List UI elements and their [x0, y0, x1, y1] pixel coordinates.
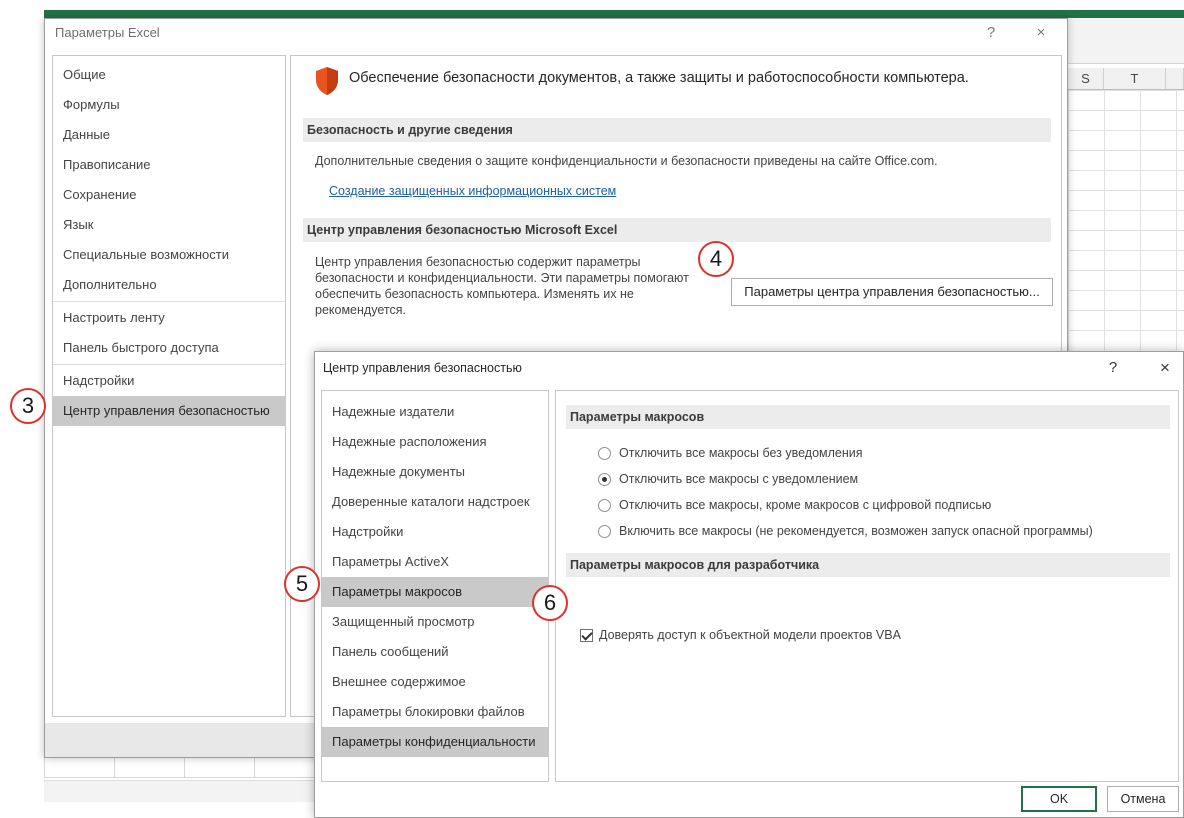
trust-center-title: Центр управления безопасностью: [323, 361, 522, 375]
radio-label: Включить все макросы (не рекомендуется, …: [619, 524, 1093, 538]
excel-ribbon: [1068, 18, 1184, 64]
nav-item-advanced[interactable]: Дополнительно: [53, 270, 285, 300]
trust-center-description: Центр управления безопасностью содержит …: [315, 255, 689, 317]
excel-title-strip: [0, 0, 1184, 10]
tc-nav-file-block[interactable]: Параметры блокировки файлов: [322, 697, 548, 727]
options-close-button[interactable]: ×: [1027, 21, 1055, 45]
trust-center-nav: Надежные издатели Надежные расположения …: [321, 390, 549, 782]
column-header-t[interactable]: T: [1104, 68, 1166, 90]
nav-item-trust-center[interactable]: Центр управления безопасностью: [53, 396, 285, 426]
radio-button[interactable]: [598, 498, 611, 512]
checkbox-label: Доверять доступ к объектной модели проек…: [599, 628, 901, 642]
macro-option-disable-notify[interactable]: Отключить все макросы с уведомлением: [598, 469, 858, 489]
step-marker-6: 6: [532, 585, 568, 621]
shield-icon: [316, 67, 338, 95]
options-title: Параметры Excel: [55, 25, 160, 40]
nav-item-proofing[interactable]: Правописание: [53, 150, 285, 180]
column-header-next[interactable]: [1166, 68, 1184, 90]
tc-nav-activex[interactable]: Параметры ActiveX: [322, 547, 548, 577]
tc-nav-external-content[interactable]: Внешнее содержимое: [322, 667, 548, 697]
cancel-button[interactable]: Отмена: [1107, 786, 1179, 812]
nav-item-addins[interactable]: Надстройки: [53, 366, 285, 396]
excel-ribbon-accent: [44, 10, 1184, 18]
trust-center-dialog: Центр управления безопасностью ? × Надеж…: [314, 351, 1184, 818]
nav-item-customize-ribbon[interactable]: Настроить ленту: [53, 303, 285, 333]
step-marker-5: 5: [284, 566, 320, 602]
step-marker-3: 3: [10, 388, 46, 424]
options-nav: Общие Формулы Данные Правописание Сохран…: [52, 55, 286, 717]
nav-item-general[interactable]: Общие: [53, 60, 285, 90]
radio-label: Отключить все макросы с уведомлением: [619, 472, 859, 486]
trust-center-close-button[interactable]: ×: [1151, 356, 1179, 380]
trust-center-settings-button[interactable]: Параметры центра управления безопасность…: [731, 278, 1053, 306]
privacy-info-text: Дополнительные сведения о защите конфиде…: [315, 154, 938, 168]
worksheet-grid-bottom[interactable]: [44, 756, 316, 778]
ok-button[interactable]: OK: [1021, 786, 1097, 812]
tc-nav-privacy-options[interactable]: Параметры конфиденциальности: [322, 727, 548, 757]
options-help-button[interactable]: ?: [977, 21, 1005, 45]
trust-center-content: Параметры макросов Отключить все макросы…: [555, 390, 1179, 782]
nav-divider: [53, 301, 285, 302]
section-trust-center: Центр управления безопасностью Microsoft…: [303, 218, 1051, 242]
nav-item-save[interactable]: Сохранение: [53, 180, 285, 210]
radio-button[interactable]: [598, 524, 611, 538]
nav-item-data[interactable]: Данные: [53, 120, 285, 150]
section-macro-settings: Параметры макросов: [566, 405, 1170, 429]
macro-option-digitally-signed[interactable]: Отключить все макросы, кроме макросов с …: [598, 495, 991, 515]
tc-nav-message-bar[interactable]: Панель сообщений: [322, 637, 548, 667]
nav-divider: [53, 364, 285, 365]
tc-nav-addin-catalogs[interactable]: Доверенные каталоги надстроек: [322, 487, 548, 517]
trust-center-titlebar: Центр управления безопасностью ? ×: [315, 352, 1183, 384]
column-header-s[interactable]: S: [1068, 68, 1104, 90]
vba-access-checkbox[interactable]: [580, 628, 593, 642]
nav-item-language[interactable]: Язык: [53, 210, 285, 240]
radio-label: Отключить все макросы без уведомления: [619, 446, 863, 460]
macro-option-enable-all[interactable]: Включить все макросы (не рекомендуется, …: [598, 521, 1093, 541]
step-marker-4: 4: [698, 241, 734, 277]
nav-item-quick-access[interactable]: Панель быстрого доступа: [53, 333, 285, 363]
nav-item-formulas[interactable]: Формулы: [53, 90, 285, 120]
trust-center-help-button[interactable]: ?: [1099, 356, 1127, 380]
radio-label: Отключить все макросы, кроме макросов с …: [619, 498, 992, 512]
options-header: Обеспечение безопасности документов, а т…: [349, 70, 969, 86]
tc-nav-addins[interactable]: Надстройки: [322, 517, 548, 547]
section-developer-macro: Параметры макросов для разработчика: [566, 553, 1170, 577]
nav-item-accessibility[interactable]: Специальные возможности: [53, 240, 285, 270]
tc-nav-trusted-publishers[interactable]: Надежные издатели: [322, 397, 548, 427]
tc-nav-macro-settings[interactable]: Параметры макросов: [322, 577, 548, 607]
tc-nav-trusted-locations[interactable]: Надежные расположения: [322, 427, 548, 457]
options-titlebar: Параметры Excel ? ×: [45, 19, 1067, 49]
vba-access-option[interactable]: Доверять доступ к объектной модели проек…: [580, 625, 901, 645]
secure-systems-link[interactable]: Создание защищенных информационных систе…: [329, 184, 616, 198]
worksheet-grid[interactable]: [1068, 90, 1184, 350]
macro-option-disable-no-notify[interactable]: Отключить все макросы без уведомления: [598, 443, 863, 463]
tc-nav-trusted-documents[interactable]: Надежные документы: [322, 457, 548, 487]
excel-status-bar: [44, 780, 316, 802]
section-privacy: Безопасность и другие сведения: [303, 118, 1051, 142]
tc-nav-protected-view[interactable]: Защищенный просмотр: [322, 607, 548, 637]
radio-button-selected[interactable]: [598, 472, 611, 486]
radio-button[interactable]: [598, 446, 611, 460]
